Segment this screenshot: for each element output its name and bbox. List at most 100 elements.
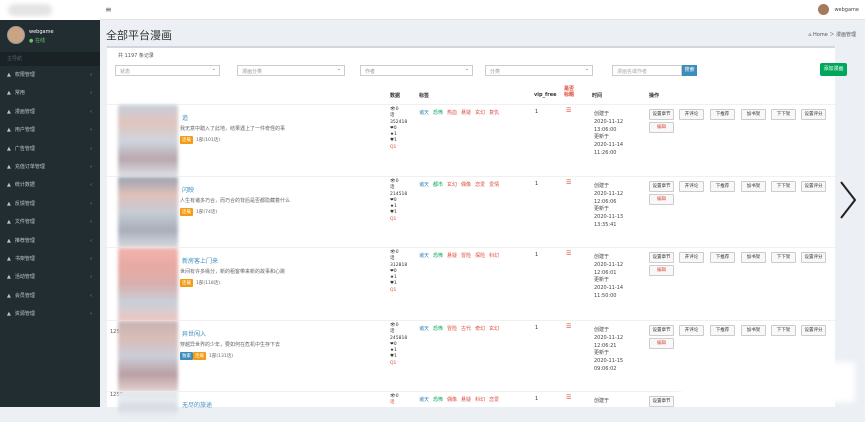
nav-icon: ▲ <box>7 311 11 318</box>
sidebar-item[interactable]: ▲ 反馈管理 ‹ <box>0 195 100 213</box>
sidebar-item[interactable]: ▲ 统计数据 ‹ <box>0 176 100 194</box>
sidebar-item[interactable]: ▲ 用户管理 ‹ <box>0 121 100 139</box>
action-button[interactable]: 设置章节 <box>649 181 674 192</box>
action-button[interactable]: 下下架 <box>771 109 796 120</box>
tag[interactable]: 恋爱 <box>475 182 485 188</box>
action-button[interactable]: 编辑 <box>649 338 674 349</box>
comic-title[interactable]: 追 <box>182 113 188 122</box>
header-user-name[interactable]: webgame <box>834 7 859 13</box>
tag[interactable]: 诸天 <box>419 326 429 332</box>
tag[interactable]: 恐怖 <box>433 253 443 259</box>
tag[interactable]: 诸天 <box>419 110 429 116</box>
action-button[interactable]: 设置评分 <box>801 252 826 263</box>
action-button[interactable]: 设置评分 <box>801 109 826 120</box>
tag[interactable]: 科幻 <box>489 253 499 259</box>
action-button[interactable]: 加书架 <box>741 325 766 336</box>
comic-intro: 世间有许多缘分，新的租客带来新的故事和心跳 <box>180 269 286 275</box>
sidebar-item[interactable]: ▲ 广告管理 ‹ <box>0 140 100 158</box>
sidebar-item[interactable]: ▲ 资源管理 ‹ <box>0 305 100 323</box>
tag[interactable]: 恋爱 <box>489 397 499 403</box>
action-button[interactable]: 下下架 <box>771 325 796 336</box>
comic-title[interactable]: 新房客上门来 <box>182 256 218 265</box>
tag[interactable]: 恐怖 <box>433 110 443 116</box>
tag[interactable]: 诸天 <box>419 182 429 188</box>
action-button[interactable]: 下下架 <box>771 252 796 263</box>
tag[interactable]: 探险 <box>475 253 485 259</box>
action-button[interactable]: 加书架 <box>741 181 766 192</box>
add-comic-button[interactable]: 添加漫画 <box>820 63 847 76</box>
action-button[interactable]: 下推荐 <box>710 252 735 263</box>
tag[interactable]: 诸天 <box>419 253 429 259</box>
tag[interactable]: 悬疑 <box>447 253 457 259</box>
action-button[interactable]: 编辑 <box>649 265 674 276</box>
sidebar-item[interactable]: ▲ 活动管理 ‹ <box>0 268 100 286</box>
tag[interactable]: 玄幻 <box>447 182 457 188</box>
status-filter-select[interactable]: 状态 ⌄ <box>115 65 220 76</box>
action-button[interactable]: 设置章节 <box>649 396 674 407</box>
action-button[interactable]: 下推荐 <box>710 109 735 120</box>
menu-toggle-icon[interactable]: ≡ <box>105 5 112 14</box>
tag[interactable]: 爱情 <box>489 182 499 188</box>
cover-image[interactable] <box>118 321 178 392</box>
action-button[interactable]: 加书架 <box>741 109 766 120</box>
comic-title[interactable]: 闪映 <box>182 185 194 194</box>
chevron-down-icon: ⌄ <box>336 66 341 72</box>
type-filter-select[interactable]: 分类 ⌄ <box>485 65 593 76</box>
tag[interactable]: 热血 <box>447 110 457 116</box>
search-button[interactable]: 搜索 <box>682 65 697 76</box>
tag[interactable]: 科幻 <box>475 397 485 403</box>
sidebar-item[interactable]: ▲ 充值订单管理 ‹ <box>0 158 100 176</box>
action-button[interactable]: 设置评分 <box>801 325 826 336</box>
tag[interactable]: 玄幻 <box>475 110 485 116</box>
action-button[interactable]: 设置章节 <box>649 252 674 263</box>
action-button[interactable]: 编辑 <box>649 194 674 205</box>
cover-image[interactable] <box>118 392 178 422</box>
action-button[interactable]: 开评论 <box>679 325 704 336</box>
action-button[interactable]: 下推荐 <box>710 181 735 192</box>
stats-column: 👁0 话 312818 ❤0 ★1 ♥1 Q1 <box>390 250 407 294</box>
tag[interactable]: 玄幻 <box>489 326 499 332</box>
category-filter-select[interactable]: 漫画分类 ⌄ <box>237 65 345 76</box>
action-button[interactable]: 编辑 <box>649 122 674 133</box>
tag[interactable]: 古代 <box>461 326 471 332</box>
tag[interactable]: 悬疑 <box>461 397 471 403</box>
action-button[interactable]: 设置评分 <box>801 181 826 192</box>
tag[interactable]: 复仇 <box>489 110 499 116</box>
comic-title[interactable]: 异世闯入 <box>182 329 206 338</box>
tag[interactable]: 恐怖 <box>433 326 443 332</box>
sidebar-item[interactable]: ▲ 书架管理 ‹ <box>0 250 100 268</box>
author-filter-select[interactable]: 作者 ⌄ <box>360 65 473 76</box>
action-button[interactable]: 设置章节 <box>649 109 674 120</box>
keyword-input[interactable]: 漫画名或作者 <box>612 65 682 76</box>
action-button[interactable]: 开评论 <box>679 109 704 120</box>
header-avatar[interactable] <box>818 4 829 15</box>
action-button[interactable]: 设置章节 <box>649 325 674 336</box>
action-button[interactable]: 开评论 <box>679 181 704 192</box>
tag[interactable]: 悬疑 <box>461 110 471 116</box>
tag[interactable]: 诸天 <box>419 397 429 403</box>
tag[interactable]: 偶像 <box>447 397 457 403</box>
cover-image[interactable] <box>118 105 178 177</box>
comic-title[interactable]: 无尽的旅途 <box>182 400 212 409</box>
sidebar-item[interactable]: ▲ 漫画管理 ‹ <box>0 103 100 121</box>
sidebar-item[interactable]: ▲ 会员管理 ‹ <box>0 287 100 305</box>
time-text: 09:06:02 <box>594 365 617 372</box>
action-button[interactable]: 下下架 <box>771 181 796 192</box>
tag[interactable]: 都市 <box>433 182 443 188</box>
cover-image[interactable] <box>118 177 178 248</box>
cover-image[interactable] <box>118 248 178 321</box>
sidebar-item[interactable]: ▲ 推荐管理 ‹ <box>0 232 100 250</box>
sidebar-item[interactable]: ▲ 常用 ‹ <box>0 84 100 102</box>
tag[interactable]: 奇幻 <box>475 326 485 332</box>
action-button[interactable]: 下推荐 <box>710 325 735 336</box>
tag[interactable]: 冒险 <box>461 253 471 259</box>
action-button[interactable]: 加书架 <box>741 252 766 263</box>
sidebar-item[interactable]: ▲ 文件管理 ‹ <box>0 213 100 231</box>
breadcrumb[interactable]: ⌂ Home ＞ 漫画管理 <box>808 31 856 38</box>
action-button[interactable]: 开评论 <box>679 252 704 263</box>
tag[interactable]: 偶像 <box>461 182 471 188</box>
chevron-right-icon[interactable] <box>837 178 859 222</box>
tag[interactable]: 冒险 <box>447 326 457 332</box>
tag[interactable]: 恐怖 <box>433 397 443 403</box>
sidebar-item[interactable]: ▲ 权限管理 ‹ <box>0 66 100 84</box>
